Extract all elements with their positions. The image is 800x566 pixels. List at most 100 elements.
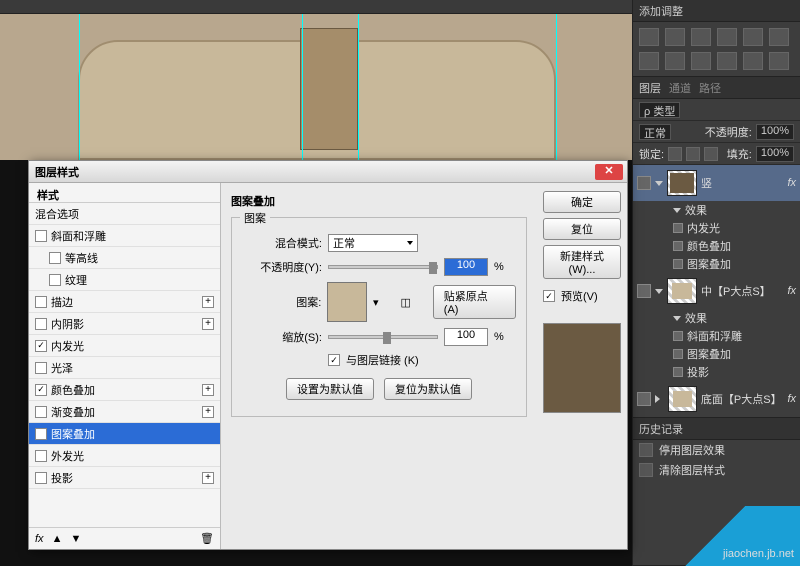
add-effect-icon[interactable]: + xyxy=(202,296,214,308)
checkbox[interactable] xyxy=(49,252,61,264)
layer-name[interactable]: 竖 xyxy=(701,175,712,191)
add-effect-icon[interactable]: + xyxy=(202,472,214,484)
adjustment-icon[interactable] xyxy=(639,52,659,70)
style-row-satin[interactable]: 光泽 xyxy=(29,357,220,379)
layer-row[interactable]: 中【P大点S】 fx xyxy=(633,273,800,309)
visibility-icon[interactable] xyxy=(637,176,651,190)
style-row-color-overlay[interactable]: 颜色叠加+ xyxy=(29,379,220,401)
new-style-button[interactable]: 新建样式(W)... xyxy=(543,245,621,279)
layer-fx-badge[interactable]: fx xyxy=(787,393,796,405)
visibility-icon[interactable] xyxy=(673,259,683,269)
visibility-icon[interactable] xyxy=(673,331,683,341)
layer-thumbnail[interactable] xyxy=(668,386,697,412)
layer-name[interactable]: 中【P大点S】 xyxy=(701,283,771,299)
fx-label[interactable]: 图案叠加 xyxy=(687,346,731,362)
slider-thumb[interactable] xyxy=(383,332,391,344)
preview-checkbox[interactable] xyxy=(543,290,555,302)
adjustment-icon[interactable] xyxy=(743,52,763,70)
filter-kind[interactable]: ρ 类型 xyxy=(639,102,680,118)
reset-default-button[interactable]: 复位为默认值 xyxy=(384,378,472,400)
fx-label[interactable]: 效果 xyxy=(685,310,707,326)
checkbox[interactable] xyxy=(35,340,47,352)
visibility-icon[interactable] xyxy=(673,349,683,359)
scale-input[interactable]: 100 xyxy=(444,328,488,346)
history-item[interactable]: 清除图层样式 xyxy=(633,460,800,480)
dialog-titlebar[interactable]: 图层样式 ✕ xyxy=(29,161,627,183)
fill-value[interactable]: 100% xyxy=(756,146,794,162)
layer-name[interactable]: 底面【P大点S】 xyxy=(701,391,780,407)
add-effect-icon[interactable]: + xyxy=(202,318,214,330)
checkbox[interactable] xyxy=(35,406,47,418)
blending-options-row[interactable]: 混合选项 xyxy=(29,203,220,225)
snap-origin-button[interactable]: 贴紧原点 (A) xyxy=(433,285,516,319)
style-row-gradient-overlay[interactable]: 渐变叠加+ xyxy=(29,401,220,423)
style-row-contour[interactable]: 等高线 xyxy=(29,247,220,269)
style-row-pattern-overlay[interactable]: 图案叠加 xyxy=(29,423,220,445)
adjustment-icon[interactable] xyxy=(769,28,789,46)
checkbox[interactable] xyxy=(35,318,47,330)
layer-fx-badge[interactable]: fx xyxy=(787,177,796,189)
disclosure-icon[interactable] xyxy=(655,289,663,294)
style-row-bevel[interactable]: 斜面和浮雕 xyxy=(29,225,220,247)
blend-mode-select[interactable]: 正常 xyxy=(328,234,418,252)
adjustment-icon[interactable] xyxy=(639,28,659,46)
ok-button[interactable]: 确定 xyxy=(543,191,621,213)
slider-thumb[interactable] xyxy=(429,262,437,274)
checkbox[interactable] xyxy=(35,450,47,462)
adjustment-icon[interactable] xyxy=(691,28,711,46)
adjustment-icon[interactable] xyxy=(717,52,737,70)
checkbox[interactable] xyxy=(35,384,47,396)
cancel-button[interactable]: 复位 xyxy=(543,218,621,240)
visibility-icon[interactable] xyxy=(637,392,651,406)
set-default-button[interactable]: 设置为默认值 xyxy=(286,378,374,400)
disclosure-icon[interactable] xyxy=(673,208,681,213)
fx-label[interactable]: 图案叠加 xyxy=(687,256,731,272)
visibility-icon[interactable] xyxy=(673,223,683,233)
checkbox[interactable] xyxy=(49,274,61,286)
checkbox[interactable] xyxy=(35,230,47,242)
visibility-icon[interactable] xyxy=(673,367,683,377)
fx-label[interactable]: 颜色叠加 xyxy=(687,238,731,254)
style-row-inner-shadow[interactable]: 内阴影+ xyxy=(29,313,220,335)
style-row-outer-glow[interactable]: 外发光 xyxy=(29,445,220,467)
pattern-swatch[interactable] xyxy=(327,282,367,322)
lock-paint-icon[interactable] xyxy=(686,147,700,161)
fx-label[interactable]: 内发光 xyxy=(687,220,720,236)
lock-transparency-icon[interactable] xyxy=(668,147,682,161)
layer-fx-badge[interactable]: fx xyxy=(787,285,796,297)
add-effect-icon[interactable]: + xyxy=(202,384,214,396)
checkbox[interactable] xyxy=(35,428,47,440)
lock-position-icon[interactable] xyxy=(704,147,718,161)
add-effect-icon[interactable]: + xyxy=(202,406,214,418)
history-item[interactable]: 停用图层效果 xyxy=(633,440,800,460)
tab-channels[interactable]: 通道 xyxy=(669,80,691,96)
adjustment-icon[interactable] xyxy=(665,28,685,46)
layer-thumbnail[interactable] xyxy=(667,170,697,196)
checkbox[interactable] xyxy=(35,362,47,374)
up-icon[interactable]: ▲ xyxy=(52,533,63,545)
checkbox[interactable] xyxy=(35,296,47,308)
visibility-icon[interactable] xyxy=(673,241,683,251)
close-icon[interactable]: ✕ xyxy=(595,164,623,180)
new-preset-icon[interactable]: ◫ xyxy=(400,296,410,309)
opacity-value[interactable]: 100% xyxy=(756,124,794,140)
adjustment-icon[interactable] xyxy=(665,52,685,70)
guide-line[interactable] xyxy=(358,0,359,160)
guide-line[interactable] xyxy=(302,0,303,160)
tab-layers[interactable]: 图层 xyxy=(639,80,661,96)
pattern-picker-icon[interactable]: ▾ xyxy=(373,296,379,309)
opacity-input[interactable]: 100 xyxy=(444,258,488,276)
opacity-slider[interactable] xyxy=(328,265,438,269)
link-checkbox[interactable] xyxy=(328,354,340,366)
adjustment-icon[interactable] xyxy=(717,28,737,46)
checkbox[interactable] xyxy=(35,472,47,484)
style-row-texture[interactable]: 纹理 xyxy=(29,269,220,291)
tab-paths[interactable]: 路径 xyxy=(699,80,721,96)
fx-label[interactable]: 投影 xyxy=(687,364,709,380)
style-row-stroke[interactable]: 描边+ xyxy=(29,291,220,313)
fx-label[interactable]: 效果 xyxy=(685,202,707,218)
scale-slider[interactable] xyxy=(328,335,438,339)
adjustment-icon[interactable] xyxy=(743,28,763,46)
fx-label[interactable]: 斜面和浮雕 xyxy=(687,328,742,344)
style-row-inner-glow[interactable]: 内发光 xyxy=(29,335,220,357)
